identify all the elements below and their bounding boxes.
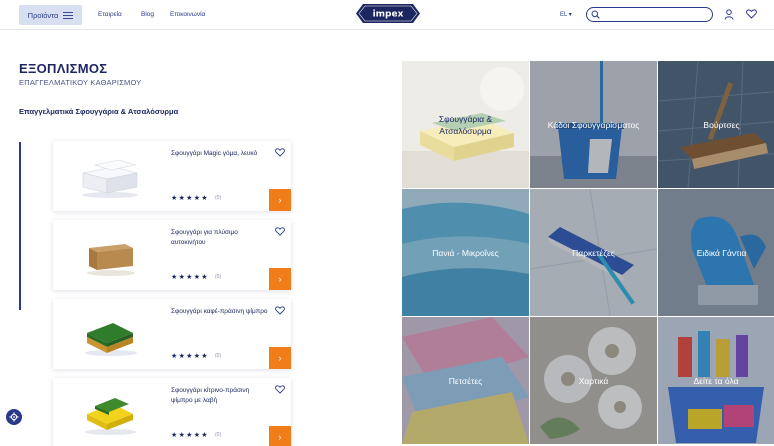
category-tile-microfiber[interactable]: Πανιά - Μικροΐνες	[402, 189, 529, 316]
products-menu-label: Προϊόντα	[27, 10, 59, 20]
product-image-yellow-green-sponge	[85, 398, 137, 435]
category-label: Χαρτικά	[578, 375, 609, 386]
product-image-car-sponge	[87, 244, 135, 276]
rating-stars: ★★★★★	[171, 274, 209, 281]
category-heading: Επαγγελματικά Σφουγγάρια & Ατσαλόσυρμα	[19, 107, 179, 116]
wishlist-heart-icon[interactable]	[746, 9, 757, 19]
category-label: Πετσέτες	[448, 375, 483, 386]
page-title: ΕΞΟΠΛΙΣΜΟΣ	[19, 61, 108, 76]
add-to-wishlist-heart-icon[interactable]	[275, 385, 285, 394]
category-label: Δείτε τα όλα	[693, 375, 739, 386]
scroll-indicator-line	[19, 142, 21, 310]
gear-icon	[9, 412, 19, 422]
nav-link-blog[interactable]: Blog	[141, 11, 154, 18]
product-name[interactable]: Σφουγγάρι κίτρινο-πράσινη ψίμπρο με λαβή	[171, 386, 269, 405]
category-label: Παρκετέζες	[572, 247, 615, 258]
add-to-wishlist-heart-icon[interactable]	[275, 306, 285, 315]
product-card[interactable]: Σφουγγάρι για πλύσιμο αυτοκινήτου ★★★★★ …	[53, 220, 291, 290]
language-label: EL	[560, 12, 568, 18]
impex-logo[interactable]: impex	[355, 3, 421, 24]
product-name[interactable]: Σφουγγάρι για πλύσιμο αυτοκινήτου	[171, 228, 269, 247]
category-label: Ειδικά Γάντια	[696, 247, 747, 258]
view-product-button[interactable]: ›	[269, 347, 291, 369]
category-tile-sponges[interactable]: Σφουγγάρια & Ατσαλόσυρμα	[402, 61, 529, 188]
search-icon	[591, 10, 600, 19]
search-box[interactable]	[586, 7, 713, 22]
language-selector[interactable]: EL ▾	[560, 11, 572, 18]
product-image-brown-green-sponge	[85, 323, 137, 356]
category-tile-flat-mops[interactable]: Παρκετέζες	[530, 189, 657, 316]
view-product-button[interactable]: ›	[269, 268, 291, 290]
rating-count: (0)	[215, 195, 222, 201]
category-label: Πανιά - Μικροΐνες	[432, 247, 499, 258]
nav-link-company[interactable]: Εταιρεία	[98, 11, 122, 18]
rating-count: (0)	[215, 432, 222, 438]
product-card[interactable]: Σφουγγάρι καφέ-πράσινη ψίμπρο ★★★★★ (0) …	[53, 299, 291, 369]
product-name[interactable]: Σφουγγάρι καφέ-πράσινη ψίμπρο	[171, 307, 269, 317]
category-tile-towels[interactable]: Πετσέτες	[402, 317, 529, 444]
view-product-button[interactable]: ›	[269, 426, 291, 446]
user-account-icon[interactable]	[724, 9, 734, 20]
rating-stars: ★★★★★	[171, 353, 209, 360]
product-card[interactable]: Σφουγγάρι Magic γόμα, λευκό ★★★★★ (0) ›	[53, 141, 291, 211]
accessibility-settings-button[interactable]	[6, 409, 22, 425]
add-to-wishlist-heart-icon[interactable]	[275, 227, 285, 236]
category-tile-brushes[interactable]: Βούρτσες	[658, 61, 774, 188]
product-name[interactable]: Σφουγγάρι Magic γόμα, λευκό	[171, 149, 269, 159]
rating-stars: ★★★★★	[171, 195, 209, 202]
category-tile-see-all[interactable]: Δείτε τα όλα	[658, 317, 774, 444]
product-card[interactable]: Σφουγγάρι κίτρινο-πράσινη ψίμπρο με λαβή…	[53, 378, 291, 446]
category-tile-paper[interactable]: Χαρτικά	[530, 317, 657, 444]
category-tile-mop-buckets[interactable]: Κάδοι Σφουγγαρίσματος	[530, 61, 657, 188]
page-subtitle: ΕΠΑΓΓΕΛΜΑΤΙΚΟΥ ΚΑΘΑΡΙΣΜΟΥ	[19, 78, 142, 87]
category-label: Βούρτσες	[703, 119, 740, 130]
category-label: Κάδοι Σφουγγαρίσματος	[547, 119, 640, 130]
category-grid: Σφουγγάρια & Ατσαλόσυρμα Κάδοι Σφουγγαρί…	[402, 61, 774, 446]
rating-stars: ★★★★★	[171, 432, 209, 439]
nav-link-contact[interactable]: Επικοινωνία	[170, 11, 205, 18]
logo-text: impex	[373, 10, 404, 20]
view-product-button[interactable]: ›	[269, 189, 291, 211]
rating-count: (0)	[215, 274, 222, 280]
product-image-magic-sponge	[82, 159, 138, 198]
category-tile-gloves[interactable]: Ειδικά Γάντια	[658, 189, 774, 316]
site-header: Προϊόντα Εταιρεία Blog Επικοινωνία impex…	[0, 0, 774, 30]
add-to-wishlist-heart-icon[interactable]	[275, 148, 285, 157]
hamburger-icon	[63, 11, 74, 19]
rating-count: (0)	[215, 353, 222, 359]
category-label: Σφουγγάρια & Ατσαλόσυρμα	[438, 113, 493, 136]
search-input[interactable]	[602, 10, 707, 20]
products-menu-button[interactable]: Προϊόντα	[19, 5, 82, 25]
